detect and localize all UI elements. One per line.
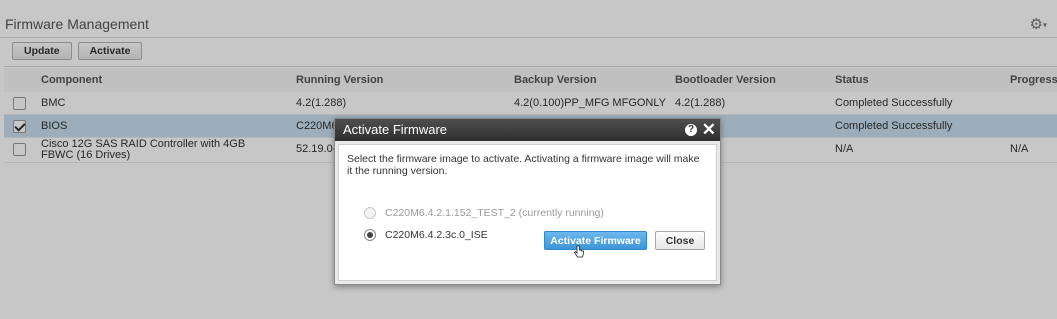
activate-firmware-dialog: Activate Firmware ? ✕ Select the firmwar… (334, 118, 721, 285)
hand-cursor-icon (574, 245, 584, 258)
activate-firmware-button[interactable]: Activate Firmware (544, 231, 647, 250)
firmware-option-label: C220M6.4.2.1.152_TEST_2 (currently runni… (385, 207, 604, 219)
dialog-message: Select the firmware image to activate. A… (347, 153, 700, 177)
help-icon[interactable]: ? (685, 124, 697, 136)
firmware-option-label[interactable]: C220M6.4.2.3c.0_ISE (385, 229, 488, 241)
dialog-body: Select the firmware image to activate. A… (338, 144, 717, 281)
close-button[interactable]: Close (655, 231, 705, 250)
radio-button[interactable] (364, 229, 376, 241)
firmware-option[interactable]: C220M6.4.2.3c.0_ISE (364, 229, 488, 241)
firmware-option: C220M6.4.2.1.152_TEST_2 (currently runni… (364, 207, 604, 219)
dialog-header[interactable]: Activate Firmware ? ✕ (335, 119, 720, 141)
dialog-title: Activate Firmware (343, 122, 448, 137)
radio-button (364, 207, 376, 219)
close-icon[interactable]: ✕ (702, 120, 716, 140)
